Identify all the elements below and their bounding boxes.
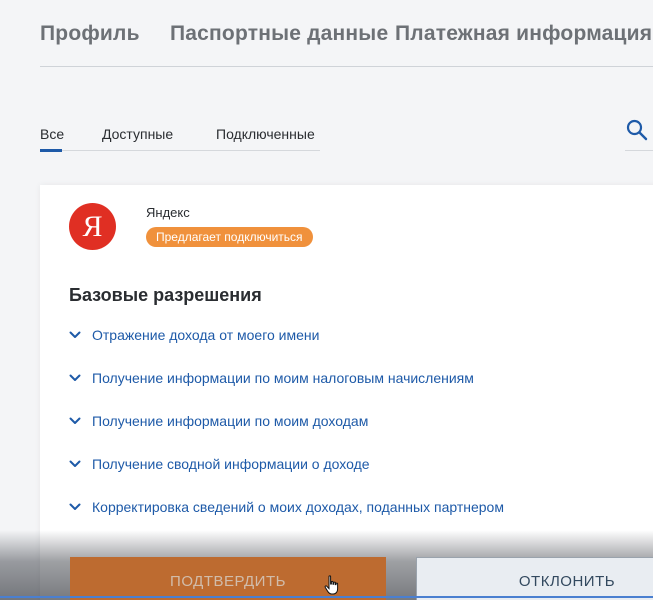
permissions-list: Отражение дохода от моего имени Получени… (69, 325, 629, 540)
chevron-down-icon (69, 374, 81, 381)
page: Профиль Паспортные данные Платежная инфо… (0, 0, 653, 600)
chevron-down-icon (69, 417, 81, 424)
search-icon[interactable] (625, 118, 649, 142)
chevron-down-icon (69, 503, 81, 510)
bottom-accent-line (0, 596, 653, 598)
permission-label: Получение сводной информации о доходе (92, 456, 370, 472)
top-tabs: Профиль Паспортные данные Платежная инфо… (40, 20, 653, 67)
filter-tab-available[interactable]: Доступные (102, 126, 173, 142)
permissions-title: Базовые разрешения (69, 285, 262, 305)
permission-item[interactable]: Отражение дохода от моего имени (69, 325, 629, 368)
active-tab-indicator (40, 149, 62, 152)
tab-profile[interactable]: Профиль (40, 22, 140, 46)
filter-tabs: Все Доступные Подключенные (40, 124, 320, 152)
status-badge: Предлагает подключиться (146, 227, 313, 247)
tab-payment[interactable]: Платежная информация (395, 22, 652, 46)
reject-button[interactable]: ОТКЛОНИТЬ (416, 557, 653, 600)
search-field[interactable] (625, 118, 653, 151)
chevron-down-icon (69, 460, 81, 467)
permission-label: Отражение дохода от моего имени (92, 327, 320, 343)
permission-label: Получение информации по моим доходам (92, 413, 369, 429)
permission-item[interactable]: Получение информации по моим налоговым н… (69, 368, 629, 411)
permission-label: Корректировка сведений о моих доходах, п… (92, 499, 504, 515)
tab-passport[interactable]: Паспортные данные (170, 22, 388, 46)
partner-name: Яндекс (146, 205, 190, 220)
permission-item[interactable]: Получение информации по моим доходам (69, 411, 629, 454)
permission-label: Получение информации по моим налоговым н… (92, 370, 474, 386)
filter-tab-all[interactable]: Все (40, 126, 64, 142)
chevron-down-icon (69, 331, 81, 338)
filter-tab-connected[interactable]: Подключенные (216, 126, 315, 142)
permission-item[interactable]: Получение сводной информации о доходе (69, 454, 629, 497)
hand-cursor-icon (324, 575, 339, 595)
partner-logo: Я (69, 203, 116, 250)
